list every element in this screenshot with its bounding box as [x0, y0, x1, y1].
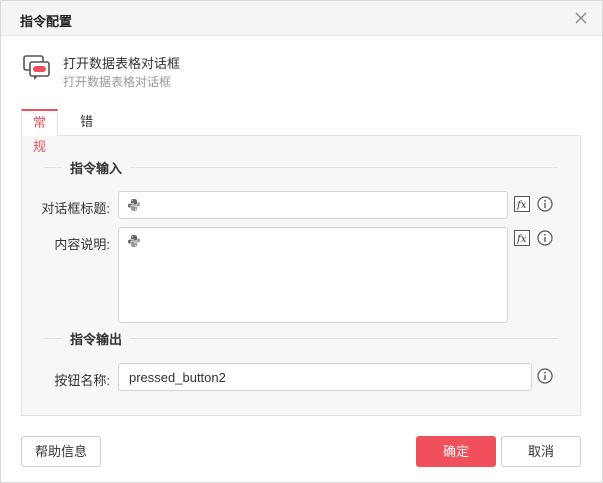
info-icon[interactable] [537, 368, 553, 384]
content-desc-label: 内容说明: [54, 237, 110, 252]
info-icon[interactable] [537, 196, 553, 212]
help-info-button[interactable]: 帮助信息 [21, 436, 101, 467]
output-section-header: 指令输出 [22, 328, 580, 348]
dialog-title: 指令配置 [20, 14, 73, 29]
info-icon[interactable] [537, 230, 553, 246]
dialog-chat-icon [22, 52, 52, 82]
svg-text:fx: fx [516, 234, 527, 245]
input-section-header: 指令输入 [22, 157, 580, 177]
tab-general[interactable]: 常规 [21, 109, 59, 154]
button-name-label: 按钮名称: [54, 373, 110, 388]
formula-fx-icon[interactable]: fx [514, 196, 530, 212]
command-config-dialog: 指令配置 打开数据表格对话框 打开数据表格对话框 常规 错误处理 指令输入 对话… [0, 0, 603, 483]
formula-fx-icon[interactable]: fx [514, 230, 530, 246]
tab-error-handling[interactable]: 错误处理 [69, 109, 104, 207]
dialog-titlebar: 指令配置 [1, 1, 602, 36]
confirm-button[interactable]: 确定 [416, 436, 496, 467]
python-icon [127, 234, 141, 248]
close-icon[interactable] [574, 11, 588, 25]
dialog-title-label: 对话框标题: [41, 201, 110, 216]
command-name: 打开数据表格对话框 [63, 56, 181, 71]
cancel-button[interactable]: 取消 [501, 436, 581, 467]
output-section-title: 指令输出 [62, 329, 131, 348]
content-desc-textarea[interactable] [118, 227, 508, 323]
input-section-title: 指令输入 [62, 158, 131, 177]
command-description: 打开数据表格对话框 [63, 75, 172, 89]
svg-text:fx: fx [516, 200, 527, 211]
button-name-input[interactable]: pressed_button2 [118, 363, 532, 391]
dialog-title-input[interactable] [118, 191, 508, 219]
python-icon [127, 198, 141, 212]
button-name-value: pressed_button2 [129, 370, 226, 385]
general-panel: 指令输入 对话框标题: fx 内容说明: fx 指令输出 按钮名称: press… [21, 135, 581, 416]
